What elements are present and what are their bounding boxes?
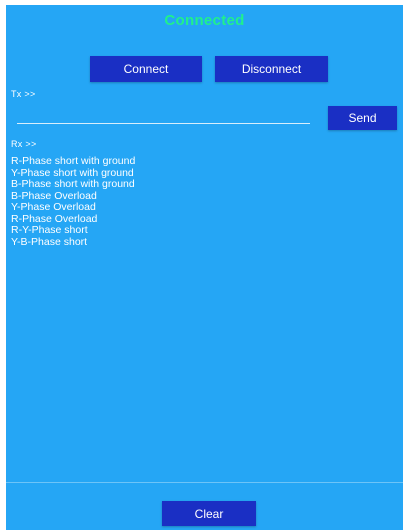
app-screen: Connected Connect Disconnect Tx >> Send … <box>6 5 403 530</box>
rx-message: Y-Phase Overload <box>11 201 96 213</box>
tx-input[interactable] <box>17 105 310 124</box>
rx-message: R-Phase short with ground <box>11 155 136 167</box>
connection-status: Connected <box>164 12 245 29</box>
tx-label: Tx >> <box>11 89 36 99</box>
rx-message: B-Phase short with ground <box>11 178 135 190</box>
disconnect-button[interactable]: Disconnect <box>215 56 328 82</box>
connect-button[interactable]: Connect <box>90 56 202 82</box>
clear-button[interactable]: Clear <box>162 501 256 526</box>
rx-message: R-Y-Phase short <box>11 224 88 236</box>
rx-label: Rx >> <box>11 139 37 149</box>
bottom-divider <box>6 482 403 483</box>
send-button[interactable]: Send <box>328 106 397 130</box>
rx-message-list: R-Phase short with ground Y-Phase short … <box>11 155 391 248</box>
rx-message: Y-B-Phase short <box>11 235 88 248</box>
